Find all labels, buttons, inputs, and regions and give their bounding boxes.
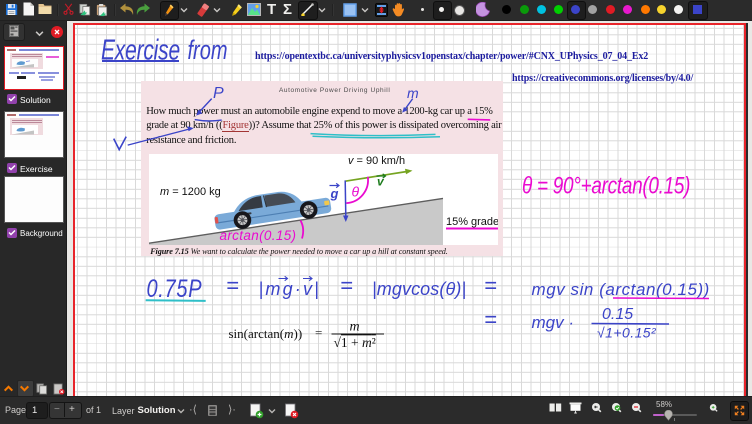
svg-text:θ = 90°+arctan(0.15): θ = 90°+arctan(0.15) (522, 173, 690, 200)
svg-text:sin(arctan(m)): sin(arctan(m)) (229, 326, 303, 341)
svg-text:mgv ·: mgv · (532, 313, 575, 332)
svg-text:=: = (484, 307, 497, 332)
svg-text:m: m (407, 85, 419, 101)
svg-text:0.75P: 0.75P (147, 275, 203, 303)
svg-text:√1+0.15²: √1+0.15² (597, 325, 657, 341)
svg-text:=: = (226, 273, 239, 298)
svg-text:P: P (213, 85, 224, 102)
svg-text:mgv sin (arctan(0.15)): mgv sin (arctan(0.15)) (532, 280, 710, 299)
svg-text:m: m (350, 320, 360, 335)
svg-text:=: = (340, 273, 353, 298)
svg-text:0.15: 0.15 (602, 306, 633, 323)
svg-text:=: = (484, 273, 497, 298)
svg-text:√1 + m²: √1 + m² (334, 335, 376, 350)
svg-text:|mg·v|: |mg·v| (259, 279, 322, 299)
svg-text:|mgvcos(θ)|: |mgvcos(θ)| (372, 279, 466, 299)
svg-text:=: = (315, 325, 322, 340)
